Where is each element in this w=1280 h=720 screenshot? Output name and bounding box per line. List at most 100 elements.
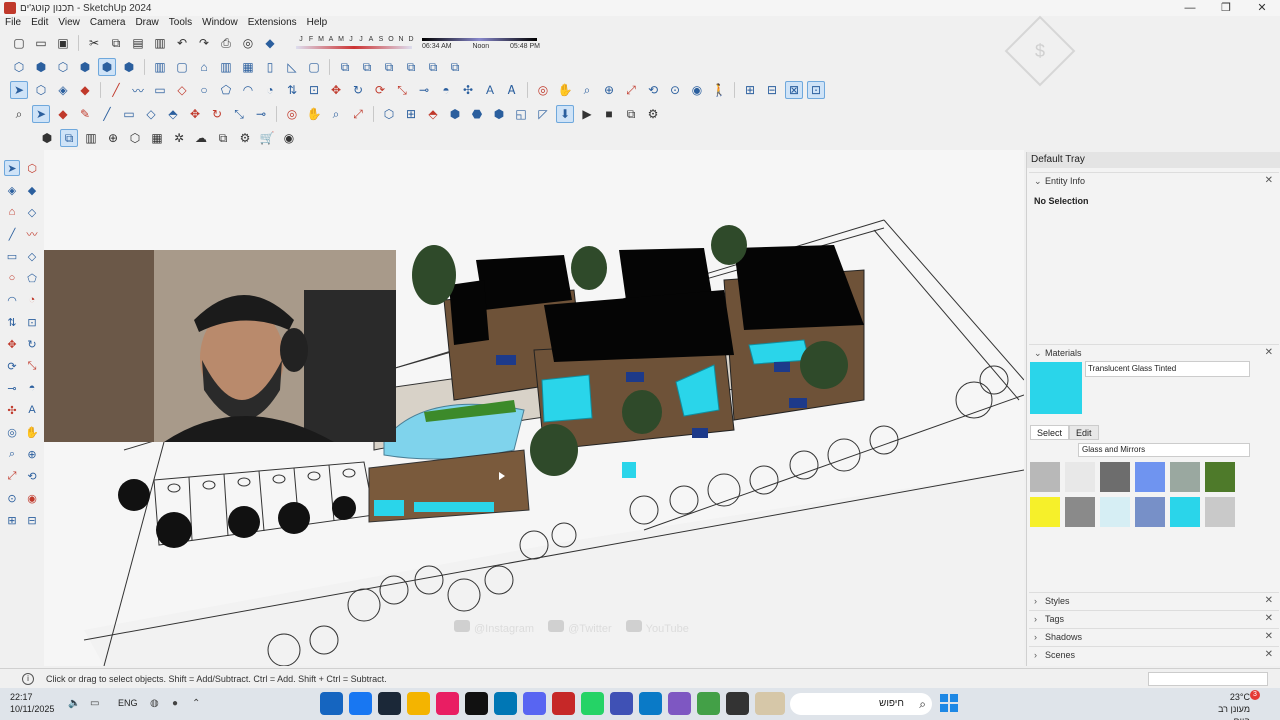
shape-tool-icon[interactable]: ◇ xyxy=(24,204,40,220)
plugin-2-icon[interactable]: ⧉ xyxy=(60,129,78,147)
layers-panel-icon[interactable]: ⧉ xyxy=(622,105,640,123)
arc-icon[interactable]: ◠ xyxy=(239,81,257,99)
wall-tool-icon[interactable]: ▢ xyxy=(173,58,191,76)
pan-icon[interactable]: ✋ xyxy=(556,81,574,99)
eraser-tool-icon[interactable]: ◆ xyxy=(54,105,72,123)
menu-tools[interactable]: Tools xyxy=(164,16,197,30)
house-icon[interactable]: ⌂ xyxy=(195,58,213,76)
close-panel-icon[interactable]: ✕ xyxy=(1265,345,1273,361)
material-swatch[interactable] xyxy=(1065,462,1095,492)
model-viewport[interactable]: @Instagram @Twitter YouTube xyxy=(44,150,1024,666)
month-label[interactable]: F xyxy=(306,36,316,43)
3d-text-icon[interactable]: Ꭺ xyxy=(503,81,521,99)
rotate-tool-icon[interactable]: ↻ xyxy=(208,105,226,123)
dynamic-component-icon[interactable]: ⬇ xyxy=(556,105,574,123)
top-view-icon[interactable]: ⬢ xyxy=(32,58,50,76)
notification-badge[interactable]: 3 xyxy=(1250,690,1260,700)
extents-tool-icon[interactable]: ⤢ xyxy=(349,105,367,123)
stop-icon[interactable]: ■ xyxy=(600,105,618,123)
section-display-icon[interactable]: ⊞ xyxy=(741,81,759,99)
material-swatch[interactable] xyxy=(1170,462,1200,492)
sectioncut-tool-icon[interactable]: ⊟ xyxy=(24,512,40,528)
cut-icon[interactable]: ✂ xyxy=(85,34,103,52)
system-clock[interactable]: 22:17 10/11/2025 xyxy=(10,691,54,715)
chrome-icon[interactable] xyxy=(697,692,720,715)
explorer-icon[interactable] xyxy=(407,692,430,715)
right-view-icon[interactable]: ⬢ xyxy=(76,58,94,76)
previous-view-icon[interactable]: ⟲ xyxy=(644,81,662,99)
scenes-header[interactable]: › Scenes ✕ xyxy=(1029,646,1279,662)
warehouse-icon[interactable]: ⬡ xyxy=(380,105,398,123)
extension-manager-icon[interactable]: ⚙ xyxy=(236,129,254,147)
xray-icon[interactable]: ⊡ xyxy=(807,81,825,99)
freehand-icon[interactable]: 〰 xyxy=(129,81,147,99)
menu-draw[interactable]: Draw xyxy=(130,16,163,30)
tape-measure-icon[interactable]: ⊸ xyxy=(415,81,433,99)
extension-warehouse-icon[interactable]: ⧉ xyxy=(214,129,232,147)
month-selector[interactable]: J F M A M J J A S O N D xyxy=(296,36,416,43)
polygon-tool-icon[interactable]: ⬠ xyxy=(24,270,40,286)
month-label[interactable]: N xyxy=(396,36,406,43)
zoom-icon[interactable]: ⌕ xyxy=(578,81,596,99)
month-label[interactable]: S xyxy=(376,36,386,43)
clone-icon[interactable]: ⧉ xyxy=(424,58,442,76)
polygon-icon[interactable]: ⬠ xyxy=(217,81,235,99)
rotate-icon[interactable]: ↻ xyxy=(349,81,367,99)
menu-camera[interactable]: Camera xyxy=(85,16,131,30)
solid-tools-icon[interactable]: ⬘ xyxy=(424,105,442,123)
month-label[interactable]: D xyxy=(406,36,416,43)
settings-gear-icon[interactable]: ⚙ xyxy=(644,105,662,123)
eraser-icon[interactable]: ◆ xyxy=(76,81,94,99)
info-icon[interactable]: i xyxy=(22,673,34,685)
select-tool-icon[interactable]: ➤ xyxy=(4,160,20,176)
mic-icon[interactable]: ◍ xyxy=(150,698,159,709)
material-swatch[interactable] xyxy=(1205,497,1235,527)
tab-select[interactable]: Select xyxy=(1030,425,1070,440)
month-label[interactable]: M xyxy=(316,36,326,43)
freehand-tool-icon[interactable]: 〰 xyxy=(24,226,40,242)
zoom-extents-icon[interactable]: ⤢ xyxy=(622,81,640,99)
material-swatch[interactable] xyxy=(1065,497,1095,527)
menu-view[interactable]: View xyxy=(53,16,85,30)
axes-icon[interactable]: ✣ xyxy=(459,81,477,99)
shadow-toggle-icon[interactable]: ◆ xyxy=(261,34,279,52)
widget-icon[interactable] xyxy=(755,692,785,715)
month-label[interactable]: A xyxy=(366,36,376,43)
rotrect-tool-icon[interactable]: ◇ xyxy=(24,248,40,264)
menu-extensions[interactable]: Extensions xyxy=(243,16,302,30)
minimize-button[interactable]: — xyxy=(1172,0,1208,16)
extents-tool-icon[interactable]: ⤢ xyxy=(4,468,20,484)
select-arrow-icon[interactable]: ➤ xyxy=(10,81,28,99)
iso-view-icon[interactable]: ⬡ xyxy=(10,58,28,76)
menu-help[interactable]: Help xyxy=(302,16,333,30)
start-button-icon[interactable] xyxy=(940,694,958,712)
open-file-icon[interactable]: ▭ xyxy=(32,34,50,52)
trim-icon[interactable]: ◸ xyxy=(534,105,552,123)
orbit-tool-icon[interactable]: ◎ xyxy=(4,424,20,440)
rect-dropdown-icon[interactable]: ▭ xyxy=(120,105,138,123)
material-swatch[interactable] xyxy=(1135,497,1165,527)
cloud-icon[interactable]: ☁ xyxy=(192,129,210,147)
union-icon[interactable]: ⬢ xyxy=(490,105,508,123)
whatsapp-icon[interactable] xyxy=(581,692,604,715)
add-location-icon[interactable]: ⊕ xyxy=(104,129,122,147)
menu-edit[interactable]: Edit xyxy=(26,16,53,30)
orbit-tool-icon[interactable]: ◎ xyxy=(283,105,301,123)
month-label[interactable]: J xyxy=(296,36,306,43)
erase-icon[interactable]: ▥ xyxy=(151,34,169,52)
print-icon[interactable]: ⎙ xyxy=(217,34,235,52)
tags-header[interactable]: › Tags ✕ xyxy=(1029,610,1279,626)
intersect-icon[interactable]: ⬣ xyxy=(468,105,486,123)
capcut-icon[interactable] xyxy=(436,692,459,715)
new-file-icon[interactable]: ▢ xyxy=(10,34,28,52)
look-tool-icon[interactable]: ◉ xyxy=(24,490,40,506)
front-view-icon[interactable]: ⬡ xyxy=(54,58,72,76)
material-swatch[interactable] xyxy=(1030,497,1060,527)
tape-tool-icon[interactable]: ⊸ xyxy=(4,380,20,396)
pan-tool-icon[interactable]: ✋ xyxy=(24,424,40,440)
photo-texture-icon[interactable]: ▦ xyxy=(148,129,166,147)
arc-tool-icon[interactable]: ◠ xyxy=(4,292,20,308)
material-swatch[interactable] xyxy=(1100,462,1130,492)
component-tool-icon[interactable]: ⬡ xyxy=(32,81,50,99)
month-label[interactable]: J xyxy=(346,36,356,43)
